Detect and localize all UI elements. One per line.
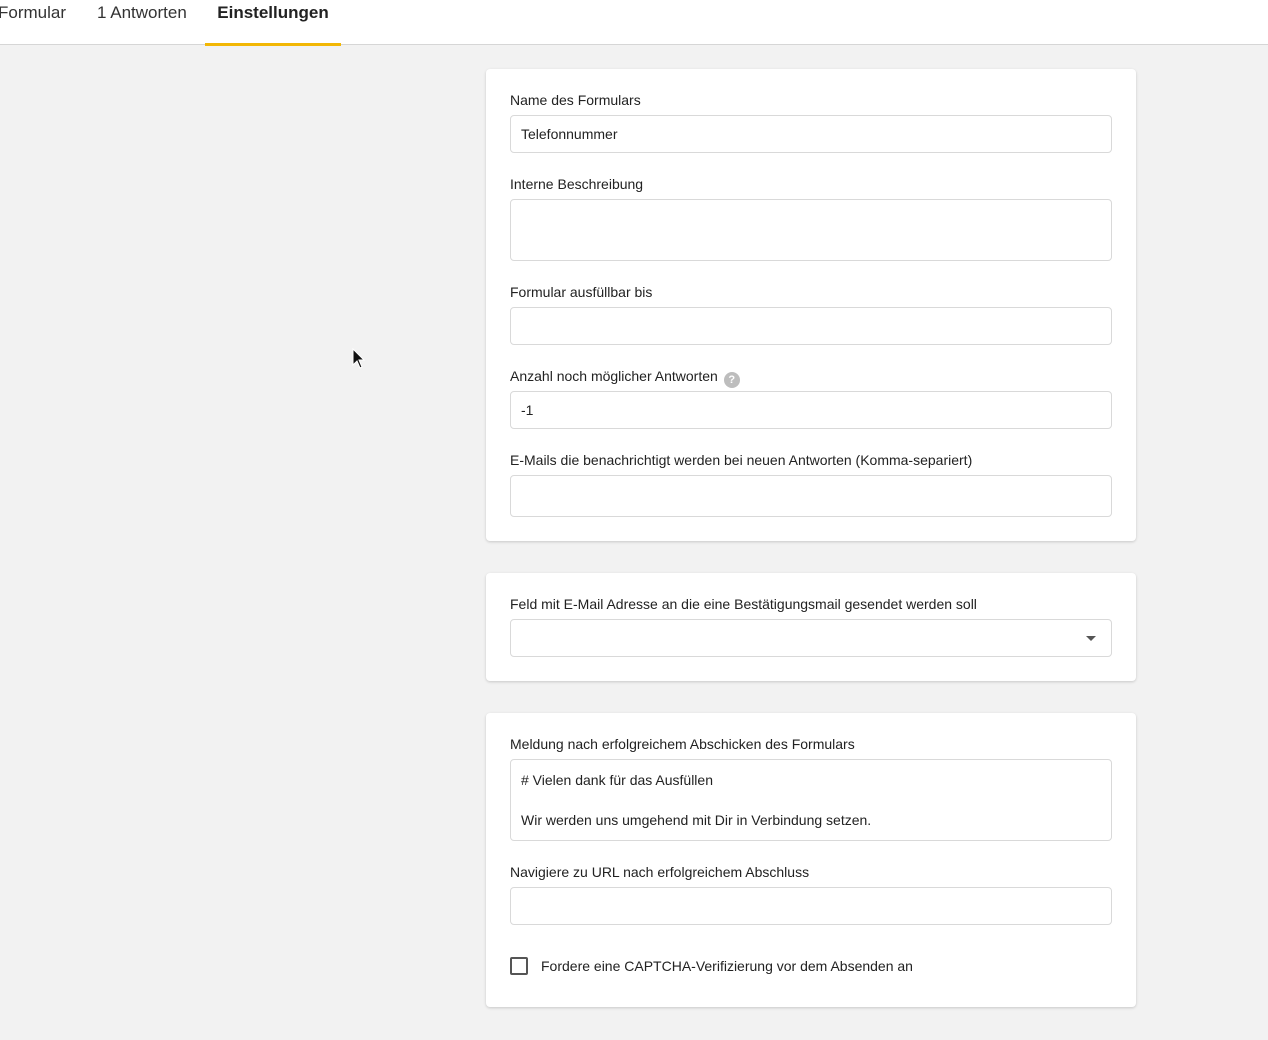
tab-formular[interactable]: Formular	[0, 0, 66, 45]
success-message-line-3: Wir werden uns umgehend mit Dir in Verbi…	[521, 812, 872, 828]
fillable-until-label: Formular ausfüllbar bis	[510, 284, 653, 300]
internal-description-textarea[interactable]	[510, 199, 1112, 261]
form-name-label: Name des Formulars	[510, 92, 641, 108]
fillable-until-input[interactable]	[510, 307, 1112, 345]
notify-emails-label: E-Mails die benachrichtigt werden bei ne…	[510, 452, 973, 468]
remaining-answers-label: Anzahl noch möglicher Antworten	[510, 368, 718, 384]
confirmation-email-card: Feld mit E-Mail Adresse an die eine Best…	[486, 573, 1136, 681]
tab-answers[interactable]: 1 Antworten	[97, 0, 187, 45]
notify-emails-input[interactable]	[510, 475, 1112, 517]
tab-settings-label: Einstellungen	[217, 3, 329, 22]
remaining-answers-value: -1	[521, 402, 534, 418]
remaining-answers-input[interactable]: -1	[510, 391, 1112, 429]
chevron-down-icon	[1086, 636, 1096, 641]
tab-settings[interactable]: Einstellungen	[205, 0, 341, 46]
remaining-answers-label-row: Anzahl noch möglicher Antworten?	[510, 368, 740, 388]
form-name-value: Telefonnummer	[521, 126, 618, 142]
redirect-url-label: Navigiere zu URL nach erfolgreichem Absc…	[510, 864, 810, 880]
success-message-line-1: # Vielen dank für das Ausfüllen	[521, 772, 713, 788]
success-message-label: Meldung nach erfolgreichem Abschicken de…	[510, 736, 855, 752]
mouse-cursor-icon	[352, 348, 366, 369]
confirmation-email-field-label: Feld mit E-Mail Adresse an die eine Best…	[510, 596, 977, 612]
tab-bar: Formular 1 Antworten Einstellungen	[0, 0, 1268, 46]
captcha-checkbox[interactable]	[510, 957, 528, 975]
completion-settings-card: Meldung nach erfolgreichem Abschicken de…	[486, 713, 1136, 1007]
captcha-label[interactable]: Fordere eine CAPTCHA-Verifizierung vor d…	[541, 958, 913, 974]
general-settings-card: Name des Formulars Telefonnummer Interne…	[486, 69, 1136, 541]
form-name-input[interactable]: Telefonnummer	[510, 115, 1112, 153]
tab-answers-label: 1 Antworten	[97, 3, 187, 22]
confirmation-email-select[interactable]	[510, 619, 1112, 657]
success-message-line-2	[521, 790, 1101, 810]
success-message-textarea[interactable]: # Vielen dank für das Ausfüllen Wir werd…	[510, 759, 1112, 841]
active-tab-indicator	[205, 43, 341, 46]
tab-formular-label: Formular	[0, 3, 67, 22]
redirect-url-input[interactable]	[510, 887, 1112, 925]
internal-description-label: Interne Beschreibung	[510, 176, 644, 192]
help-icon[interactable]: ?	[723, 372, 740, 388]
